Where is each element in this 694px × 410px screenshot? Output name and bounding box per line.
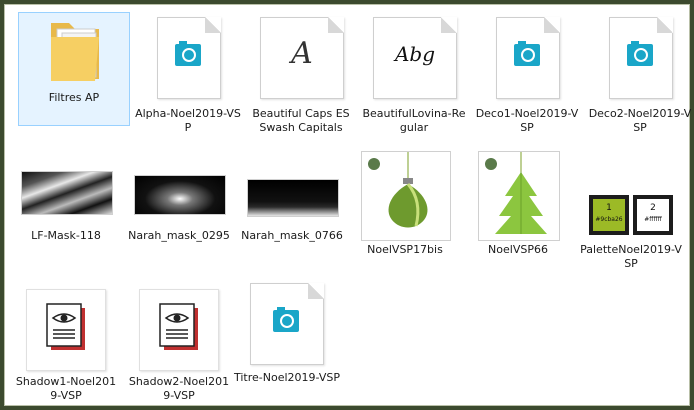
file-item-beautiful-lovina[interactable]: Abg BeautifulLovina-Regular	[359, 13, 469, 141]
psp-image-icon	[143, 13, 233, 103]
psp-image-icon	[482, 13, 572, 103]
mask-thumbnail	[244, 151, 340, 225]
file-explorer-view: Filtres AP Alpha-Noel2019-VSP A Beautifu…	[4, 4, 691, 406]
file-item-titre[interactable]: Titre-Noel2019-VSP	[232, 281, 342, 391]
file-label: Narah_mask_0766	[241, 229, 343, 242]
file-item-narah-0766[interactable]: Narah_mask_0766	[237, 151, 347, 279]
file-label: Shadow2-Noel2019-VSP	[128, 375, 230, 402]
file-item-shadow1[interactable]: Shadow1-Noel2019-VSP	[11, 285, 121, 403]
file-item-deco1[interactable]: Deco1-Noel2019-VSP	[472, 13, 582, 141]
swatch-hex: #9cba26	[595, 216, 623, 223]
file-label: Narah_mask_0295	[128, 229, 230, 242]
file-label: Deco2-Noel2019-VSP	[588, 107, 692, 134]
file-item-beautiful-caps[interactable]: A Beautiful Caps ES Swash Capitals	[246, 13, 356, 141]
font-file-icon: Abg	[369, 13, 459, 103]
psp-image-icon	[595, 13, 685, 103]
file-item-filtres-ap[interactable]: Filtres AP	[18, 12, 130, 126]
palette-thumbnail: 1 #9cba26 2 #ffffff	[583, 151, 679, 235]
file-item-narah-0295[interactable]: Narah_mask_0295	[124, 151, 234, 279]
file-item-noelvsp66[interactable]: NoelVSP66	[463, 151, 573, 263]
file-item-noelvsp17bis[interactable]: NoelVSP17bis	[350, 151, 460, 263]
file-label: Deco1-Noel2019-VSP	[475, 107, 579, 134]
psp-image-icon	[242, 281, 332, 367]
shadow-preset-icon	[131, 285, 227, 371]
palette-swatch-2: 2 #ffffff	[633, 195, 673, 235]
swatch-number: 2	[650, 203, 656, 213]
shadow-preset-icon	[18, 285, 114, 371]
swatch-hex: #ffffff	[644, 216, 662, 223]
file-item-deco2[interactable]: Deco2-Noel2019-VSP	[585, 13, 694, 141]
file-item-lf-mask[interactable]: LF-Mask-118	[11, 151, 121, 263]
file-item-alpha-noel[interactable]: Alpha-Noel2019-VSP	[133, 13, 243, 141]
folder-icon	[29, 13, 119, 87]
ornament-thumbnail	[357, 151, 453, 241]
swatch-number: 1	[606, 203, 612, 213]
file-label: Titre-Noel2019-VSP	[234, 371, 341, 384]
file-label: Shadow1-Noel2019-VSP	[15, 375, 117, 402]
palette-swatch-1: 1 #9cba26	[589, 195, 629, 235]
font-glyph: Abg	[394, 42, 436, 66]
font-file-icon: A	[256, 13, 346, 103]
file-item-palette[interactable]: 1 #9cba26 2 #ffffff PaletteNoel2019-VSP	[576, 151, 686, 279]
file-label: NoelVSP17bis	[367, 243, 443, 256]
file-label: Filtres AP	[48, 91, 100, 104]
file-label: Beautiful Caps ES Swash Capitals	[252, 107, 350, 134]
file-label: PaletteNoel2019-VSP	[580, 243, 682, 270]
file-label: Alpha-Noel2019-VSP	[135, 107, 241, 134]
mask-thumbnail	[18, 151, 114, 225]
file-label: LF-Mask-118	[31, 229, 101, 242]
file-item-shadow2[interactable]: Shadow2-Noel2019-VSP	[124, 285, 234, 403]
mask-thumbnail	[131, 151, 227, 225]
font-glyph: A	[291, 36, 313, 71]
file-label: NoelVSP66	[488, 243, 548, 256]
file-label: BeautifulLovina-Regular	[362, 107, 466, 134]
tree-ornament-thumbnail	[470, 151, 566, 241]
